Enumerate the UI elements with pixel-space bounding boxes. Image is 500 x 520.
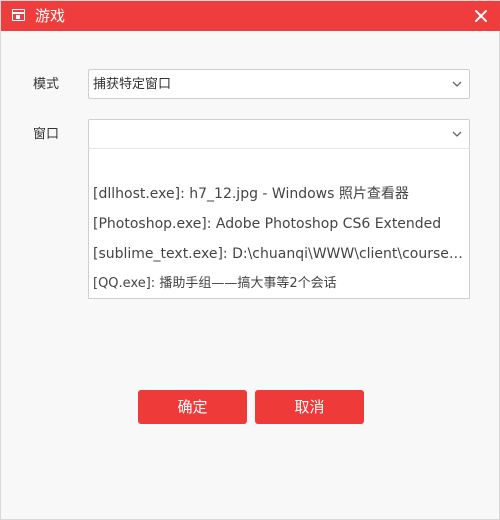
- cancel-button[interactable]: 取消: [255, 390, 364, 424]
- mode-select[interactable]: 捕获特定窗口: [88, 69, 470, 99]
- game-capture-dialog: 游戏 模式 捕获特定窗口 窗口 [dllhost.exe]: h7_12.jpg…: [0, 0, 500, 520]
- mode-select-value: 捕获特定窗口: [93, 77, 172, 92]
- close-icon: [475, 10, 487, 22]
- dialog-title: 游戏: [35, 7, 66, 25]
- window-icon: [12, 9, 25, 21]
- list-item[interactable]: [dllhost.exe]: h7_12.jpg - Windows 照片查看器: [93, 182, 465, 206]
- list-item[interactable]: [Photoshop.exe]: Adobe Photoshop CS6 Ext…: [93, 212, 465, 236]
- confirm-button[interactable]: 确定: [138, 390, 247, 424]
- chevron-down-icon: [451, 128, 463, 140]
- window-label: 窗口: [33, 127, 60, 142]
- list-item[interactable]: [93, 153, 465, 177]
- list-item[interactable]: [sublime_text.exe]: D:\chuanqi\WWW\clien…: [93, 242, 465, 266]
- mode-label: 模式: [33, 77, 60, 92]
- title-bar: 游戏: [1, 1, 500, 31]
- window-dropdown-list: [dllhost.exe]: h7_12.jpg - Windows 照片查看器…: [88, 148, 470, 299]
- list-item[interactable]: [QQ.exe]: 播助手组——搞大事等2个会话: [93, 272, 465, 296]
- chevron-down-icon: [451, 78, 463, 90]
- window-select[interactable]: [88, 119, 470, 149]
- close-button[interactable]: [471, 6, 491, 26]
